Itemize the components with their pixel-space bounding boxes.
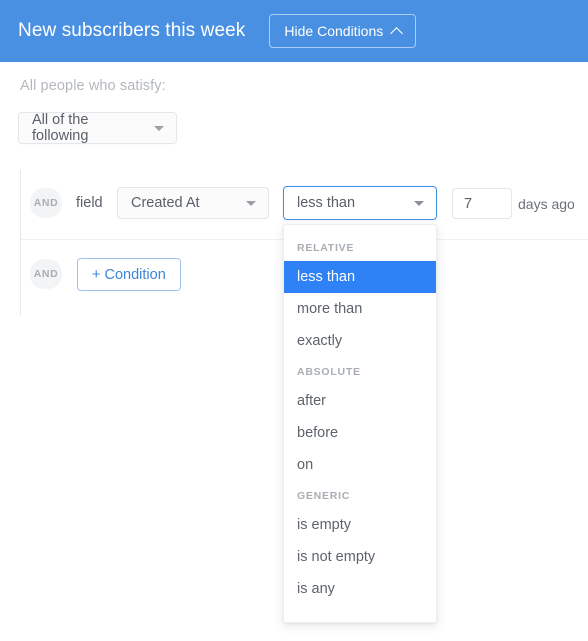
and-connector-badge[interactable]: AND <box>30 188 62 218</box>
match-type-select[interactable]: All of the following <box>18 112 177 144</box>
hide-conditions-label: Hide Conditions <box>284 23 384 39</box>
dropdown-group-label: ABSOLUTE <box>297 366 361 378</box>
dropdown-group-label: GENERIC <box>297 490 351 502</box>
dropdown-option[interactable]: before <box>284 417 436 449</box>
field-label: field <box>76 195 103 211</box>
operator-dropdown-menu[interactable]: RELATIVE less than more than exactly ABSOLUT… <box>283 224 437 623</box>
operator-select[interactable]: less than <box>283 186 437 220</box>
conditions-builder-page: New subscribers this week Hide Condition… <box>0 0 588 641</box>
field-select[interactable]: Created At <box>117 187 269 219</box>
caret-down-icon <box>154 126 164 131</box>
add-condition-button[interactable]: + Condition <box>77 258 181 291</box>
page-header: New subscribers this week Hide Condition… <box>0 0 588 62</box>
rule-group-rail <box>20 170 21 316</box>
dropdown-option[interactable]: on <box>284 449 436 481</box>
caret-down-icon <box>246 201 256 206</box>
chevron-up-icon <box>390 26 404 40</box>
satisfy-label: All people who satisfy: <box>20 78 166 94</box>
dropdown-option[interactable]: exactly <box>284 325 436 357</box>
and-connector-badge[interactable]: AND <box>30 259 62 289</box>
dropdown-option[interactable]: is empty <box>284 509 436 541</box>
value-input[interactable] <box>452 188 512 219</box>
hide-conditions-button[interactable]: Hide Conditions <box>269 14 417 48</box>
caret-down-icon <box>414 201 424 206</box>
operator-select-value: less than <box>297 195 356 211</box>
units-label: days ago <box>518 196 575 212</box>
dropdown-option[interactable]: more than <box>284 293 436 325</box>
dropdown-group-label: RELATIVE <box>297 242 355 254</box>
conditions-body: All people who satisfy: All of the follo… <box>0 62 588 641</box>
dropdown-option[interactable]: after <box>284 385 436 417</box>
field-select-value: Created At <box>131 195 200 211</box>
dropdown-option[interactable]: is not empty <box>284 541 436 573</box>
dropdown-option[interactable]: less than <box>284 261 436 293</box>
page-title: New subscribers this week <box>18 20 246 41</box>
dropdown-option[interactable]: is any <box>284 573 436 605</box>
match-type-value: All of the following <box>32 112 89 144</box>
